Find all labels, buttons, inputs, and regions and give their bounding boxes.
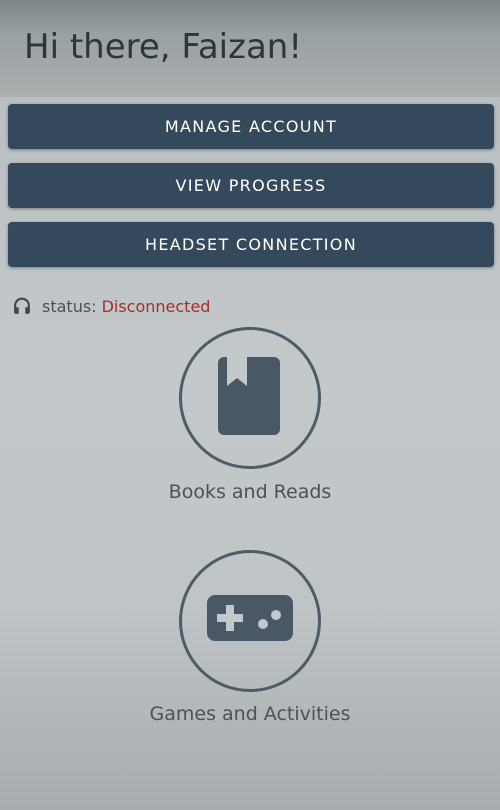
view-progress-button[interactable]: VIEW PROGRESS bbox=[8, 163, 494, 208]
books-and-reads-label: Books and Reads bbox=[168, 481, 332, 503]
books-and-reads-tile[interactable]: Books and Reads bbox=[150, 327, 350, 503]
book-icon bbox=[218, 357, 282, 439]
games-circle-button[interactable] bbox=[179, 550, 321, 692]
headset-connection-button[interactable]: HEADSET CONNECTION bbox=[8, 222, 494, 267]
status-value: Disconnected bbox=[101, 296, 211, 316]
headphones-icon bbox=[12, 296, 32, 316]
gamepad-icon bbox=[207, 595, 293, 647]
games-and-activities-label: Games and Activities bbox=[149, 703, 351, 725]
status-label: status: bbox=[42, 296, 97, 316]
books-circle-button[interactable] bbox=[179, 327, 321, 469]
greeting-title: Hi there, Faizan! bbox=[24, 27, 302, 67]
headset-status: status: Disconnected bbox=[12, 296, 210, 316]
games-and-activities-tile[interactable]: Games and Activities bbox=[150, 550, 350, 725]
manage-account-button[interactable]: MANAGE ACCOUNT bbox=[8, 104, 494, 149]
app-header: Hi there, Faizan! bbox=[0, 0, 500, 97]
